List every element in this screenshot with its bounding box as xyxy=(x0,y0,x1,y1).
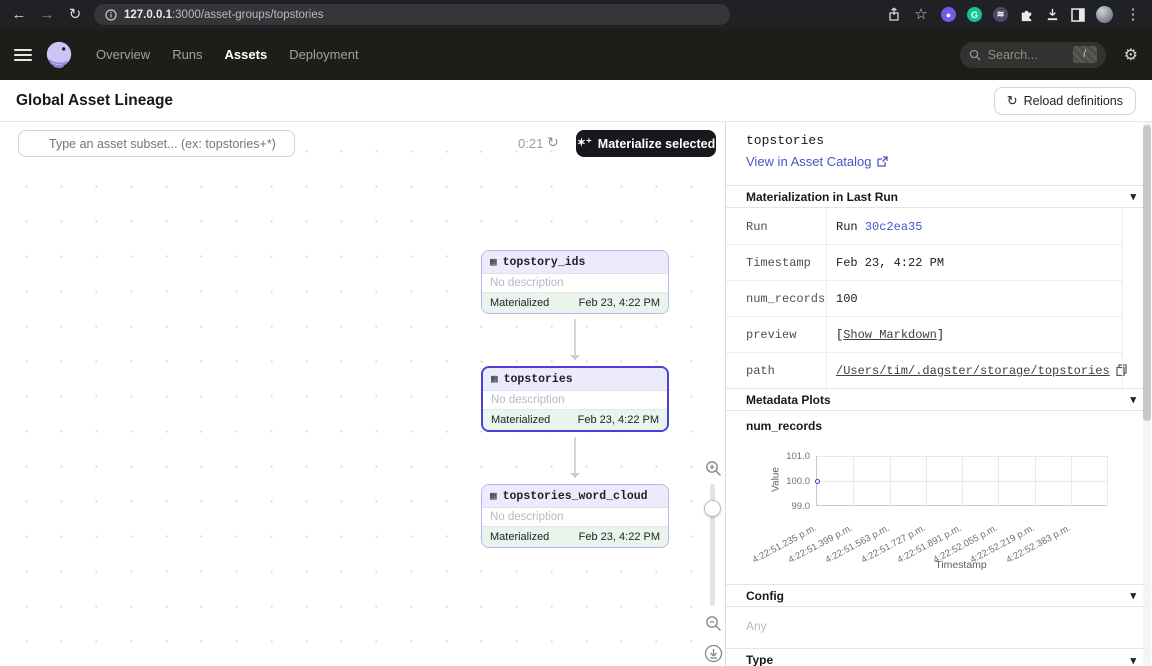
section-type[interactable]: Type ▾ xyxy=(726,648,1152,666)
metadata-row-preview: preview [Show Markdown] xyxy=(726,317,1122,353)
metadata-row-path: path /Users/tim/.dagster/storage/topstor… xyxy=(726,353,1122,389)
bookmark-star-icon[interactable]: ☆ xyxy=(912,7,930,22)
table-right-border xyxy=(1122,209,1123,388)
sidebar-panel-icon[interactable] xyxy=(1071,8,1085,22)
asset-subset-input[interactable] xyxy=(18,130,295,157)
browser-forward-icon[interactable]: → xyxy=(38,7,56,22)
view-in-asset-catalog-link[interactable]: View in Asset Catalog xyxy=(746,154,888,169)
grammarly-icon[interactable]: G xyxy=(967,7,982,22)
zoom-to-fit-icon[interactable] xyxy=(704,644,723,663)
chrome-menu-icon[interactable]: ⋮ xyxy=(1124,7,1142,22)
downloads-icon[interactable] xyxy=(1045,7,1060,22)
metadata-row-num-records: num_records 100 xyxy=(726,281,1122,317)
site-info-icon[interactable] xyxy=(105,9,117,21)
plot-title: num_records xyxy=(746,419,822,433)
chevron-down-icon[interactable]: ▾ xyxy=(1130,654,1136,666)
table-icon: ▦ xyxy=(490,255,497,269)
dagster-logo[interactable] xyxy=(44,40,74,70)
external-link-icon xyxy=(877,156,888,167)
materialize-selected-button[interactable]: ✶⁺ Materialize selected xyxy=(576,130,716,157)
lineage-edge xyxy=(574,437,576,478)
nav-item-deployment[interactable]: Deployment xyxy=(289,47,358,62)
settings-gear-icon[interactable]: ⚙ xyxy=(1124,45,1138,65)
extensions-puzzle-icon[interactable] xyxy=(1019,7,1034,22)
asset-node-status: MaterializedFeb 23, 4:22 PM xyxy=(482,526,668,547)
asset-node-topstories[interactable]: ▦ topstories No description Materialized… xyxy=(481,366,669,432)
asset-node-description: No description xyxy=(483,391,667,409)
asset-node-header: ▦ topstories_word_cloud xyxy=(482,485,668,508)
hamburger-menu-icon[interactable] xyxy=(14,49,32,61)
gridline xyxy=(817,456,1107,457)
section-materialization-in-last-run[interactable]: Materialization in Last Run ▾ xyxy=(726,185,1152,208)
panel-scrollbar-thumb[interactable] xyxy=(1143,125,1151,421)
asset-node-topstories-word-cloud[interactable]: ▦ topstories_word_cloud No description M… xyxy=(481,484,669,548)
asset-node-description: No description xyxy=(482,508,668,526)
asset-details-panel: topstories View in Asset Catalog Materia… xyxy=(725,122,1152,666)
gridline xyxy=(817,481,1107,482)
num-records-chart: Value Timestamp 101.0100.099.04:22:51.23… xyxy=(726,448,1152,584)
page-header: Global Asset Lineage ↻ Reload definition… xyxy=(0,80,1152,122)
path-link[interactable]: /Users/tim/.dagster/storage/topstories xyxy=(836,364,1110,378)
refresh-now-icon[interactable]: ↻ xyxy=(547,134,559,151)
extension-icon-1[interactable]: ● xyxy=(941,7,956,22)
lineage-canvas[interactable]: 0:21 ↻ ✶⁺ Materialize selected ▦ topstor… xyxy=(0,122,725,666)
refresh-countdown: 0:21 xyxy=(518,136,543,151)
browser-reload-icon[interactable]: ↻ xyxy=(66,7,84,22)
gridline xyxy=(1107,456,1108,506)
app-nav-bar: Overview Runs Assets Deployment Search..… xyxy=(0,29,1152,80)
share-icon[interactable] xyxy=(887,7,901,22)
search-shortcut-badge: / xyxy=(1073,46,1097,63)
zoom-slider-handle[interactable] xyxy=(704,500,721,517)
section-metadata-plots[interactable]: Metadata Plots ▾ xyxy=(726,388,1152,411)
show-markdown-link[interactable]: Show Markdown xyxy=(843,328,937,342)
asset-node-header: ▦ topstory_ids xyxy=(482,251,668,274)
page-title: Global Asset Lineage xyxy=(16,92,173,110)
metadata-row-timestamp: Timestamp Feb 23, 4:22 PM xyxy=(726,245,1122,281)
asset-node-status: MaterializedFeb 23, 4:22 PM xyxy=(482,292,668,313)
search-placeholder: Search... xyxy=(988,48,1038,62)
url-text: 127.0.0.1:3000/asset-groups/topstories xyxy=(124,9,323,21)
asset-node-status: MaterializedFeb 23, 4:22 PM xyxy=(483,409,667,430)
metadata-row-run: Run Run 30c2ea35 xyxy=(726,209,1122,245)
data-point xyxy=(815,479,820,484)
lineage-edge xyxy=(574,319,576,360)
main-area: 0:21 ↻ ✶⁺ Materialize selected ▦ topstor… xyxy=(0,122,1152,666)
table-icon: ▦ xyxy=(491,372,498,386)
search-icon xyxy=(969,49,981,61)
y-tick-label: 100.0 xyxy=(770,476,810,487)
chevron-down-icon[interactable]: ▾ xyxy=(1130,393,1136,406)
global-search[interactable]: Search... / xyxy=(960,42,1106,68)
asset-node-description: No description xyxy=(482,274,668,292)
screen: ← → ↻ 127.0.0.1:3000/asset-groups/topsto… xyxy=(0,0,1152,666)
asset-node-topstory-ids[interactable]: ▦ topstory_ids No description Materializ… xyxy=(481,250,669,314)
browser-back-icon[interactable]: ← xyxy=(10,7,28,22)
chevron-down-icon[interactable]: ▾ xyxy=(1130,589,1136,602)
sparkle-icon: ✶⁺ xyxy=(577,138,592,149)
table-icon: ▦ xyxy=(490,489,497,503)
chevron-down-icon[interactable]: ▾ xyxy=(1130,190,1136,203)
section-config[interactable]: Config ▾ xyxy=(726,584,1152,607)
reload-icon: ↻ xyxy=(1007,93,1018,109)
zoom-in-icon[interactable] xyxy=(705,460,722,477)
browser-chrome: ← → ↻ 127.0.0.1:3000/asset-groups/topsto… xyxy=(0,0,1152,29)
y-tick-label: 99.0 xyxy=(770,501,810,512)
table-column-divider xyxy=(826,209,827,388)
address-bar[interactable]: 127.0.0.1:3000/asset-groups/topstories xyxy=(94,4,730,25)
reload-definitions-button[interactable]: ↻ Reload definitions xyxy=(994,87,1136,115)
nav-item-runs[interactable]: Runs xyxy=(172,47,202,62)
plot-area xyxy=(816,456,1106,506)
asset-node-header: ▦ topstories xyxy=(483,368,667,391)
profile-avatar[interactable] xyxy=(1096,6,1113,23)
config-value: Any xyxy=(746,619,767,633)
nav-item-overview[interactable]: Overview xyxy=(96,47,150,62)
zoom-out-icon[interactable] xyxy=(705,615,722,632)
browser-toolbar-icons: ☆ ● G ≋ ⋮ xyxy=(887,6,1142,23)
selected-asset-name: topstories xyxy=(746,133,824,148)
nav-item-assets[interactable]: Assets xyxy=(225,47,268,62)
y-tick-label: 101.0 xyxy=(770,451,810,462)
goggles-extension-icon[interactable]: ≋ xyxy=(993,7,1008,22)
run-id-link[interactable]: 30c2ea35 xyxy=(865,220,923,234)
